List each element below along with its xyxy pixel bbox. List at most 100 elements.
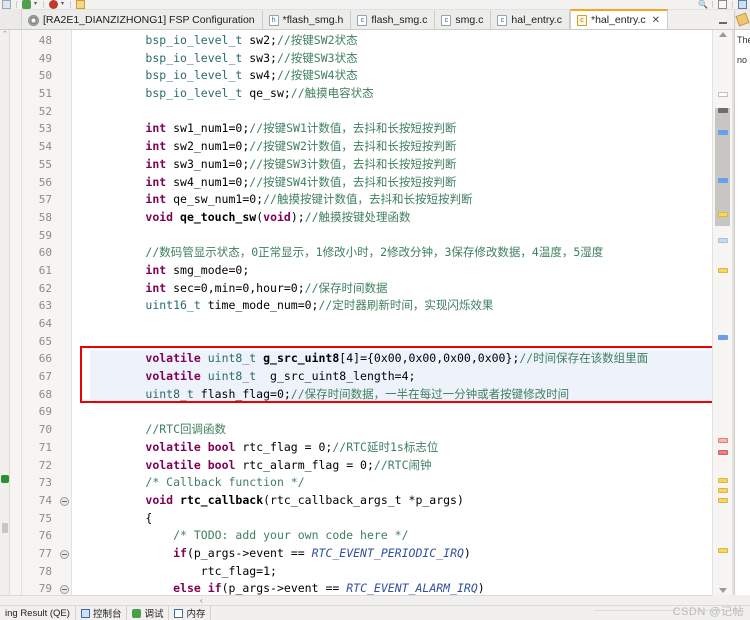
editor-horizontal-scrollbar[interactable]: ‹ xyxy=(0,595,712,605)
code-line[interactable]: int qe_sw_num1=0;//触摸按键计数值，去抖和长按短按判断 xyxy=(90,191,712,209)
code-line[interactable]: bsp_io_level_t sw4;//按键SW4状态 xyxy=(90,67,712,85)
editor-tab-flash-smg-h[interactable]: h *flash_smg.h xyxy=(262,10,352,29)
tab-label: smg.c xyxy=(455,14,484,26)
code-line[interactable]: int sec=0,min=0,hour=0;//保存时间数据 xyxy=(90,280,712,298)
overview-marker[interactable] xyxy=(718,238,728,243)
code-token: if xyxy=(207,581,222,595)
code-line[interactable]: bsp_io_level_t sw3;//按键SW3状态 xyxy=(90,50,712,68)
editor-tab-hal-entry-c[interactable]: c hal_entry.c xyxy=(491,10,570,29)
scrollbar-thumb[interactable] xyxy=(715,108,730,226)
code-line[interactable]: int sw3_num1=0;//按键SW3计数值，去抖和长按短按判断 xyxy=(90,156,712,174)
code-line[interactable]: volatile bool rtc_alarm_flag = 0;//RTC闹钟 xyxy=(90,457,712,475)
editor-vertical-scrollbar[interactable] xyxy=(712,30,732,595)
editor-tab-fsp-configuration[interactable]: [RA2E1_DIANZIZHONG1] FSP Configuration xyxy=(22,10,263,29)
toolbar-separator xyxy=(43,1,44,8)
overview-marker[interactable] xyxy=(718,548,728,553)
fold-toggle[interactable] xyxy=(58,545,71,563)
code-token: //按键SW1计数值，去抖和长按短按判断 xyxy=(249,121,457,136)
layout-icon[interactable] xyxy=(738,0,747,9)
right-docked-view[interactable]: The no xyxy=(734,10,750,595)
code-line[interactable]: rtc_flag=1; xyxy=(90,563,712,581)
chevron-down-icon[interactable]: ▾ xyxy=(61,0,65,9)
overview-marker[interactable] xyxy=(718,130,728,135)
code-line[interactable]: bsp_io_level_t sw2;//按键SW2状态 xyxy=(90,32,712,50)
scroll-down-icon[interactable] xyxy=(719,588,727,593)
code-line[interactable]: int sw1_num1=0;//按键SW1计数值，去抖和长按短按判断 xyxy=(90,120,712,138)
code-line[interactable]: volatile uint8_t g_src_uint8_length=4; xyxy=(90,368,712,386)
close-icon[interactable]: ✕ xyxy=(652,15,660,26)
bottom-tab-result-qe[interactable]: ing Result (QE) xyxy=(0,606,76,620)
bottom-tab-memory[interactable]: 内存 xyxy=(169,606,212,620)
overview-marker[interactable] xyxy=(718,108,728,113)
overview-marker[interactable] xyxy=(718,498,728,503)
bottom-tab-console[interactable]: 控制台 xyxy=(76,606,128,620)
code-line[interactable] xyxy=(90,403,712,421)
code-token: time_mode_num=0; xyxy=(200,298,319,313)
code-line[interactable]: /* TODO: add your own code here */ xyxy=(90,527,712,545)
overview-marker[interactable] xyxy=(718,478,728,483)
line-number: 62 xyxy=(38,281,52,295)
run-icon[interactable] xyxy=(49,0,58,9)
code-line[interactable]: bsp_io_level_t qe_sw;//触摸电容状态 xyxy=(90,85,712,103)
overview-marker[interactable] xyxy=(718,438,728,443)
toolbar-separator xyxy=(70,1,71,8)
overview-marker[interactable] xyxy=(718,450,728,455)
overview-marker[interactable] xyxy=(718,335,728,340)
editor-tab-smg-c[interactable]: c smg.c xyxy=(435,10,492,29)
overview-marker[interactable] xyxy=(718,92,728,97)
breakpoint-icon[interactable] xyxy=(1,475,9,483)
fold-toggle[interactable] xyxy=(58,580,71,595)
overview-marker[interactable] xyxy=(718,178,728,183)
code-line[interactable]: uint16_t time_mode_num=0;//定时器刷新时间，实现闪烁效… xyxy=(90,297,712,315)
editor-tab-flash-smg-c[interactable]: c flash_smg.c xyxy=(351,10,436,29)
scroll-up-icon[interactable] xyxy=(719,32,727,37)
code-line[interactable]: { xyxy=(90,510,712,528)
code-line[interactable] xyxy=(90,333,712,351)
minimize-icon[interactable] xyxy=(718,17,728,26)
code-line[interactable]: //RTC回调函数 xyxy=(90,421,712,439)
code-line[interactable]: //数码管显示状态，0正常显示，1修改小时，2修改分钟，3保存修改数据，4温度，… xyxy=(90,244,712,262)
overview-marker[interactable] xyxy=(718,212,728,217)
code-pane[interactable]: bsp_io_level_t sw2;//按键SW2状态 bsp_io_leve… xyxy=(72,30,712,595)
perspective-icon[interactable] xyxy=(718,0,727,9)
code-line[interactable]: int smg_mode=0; xyxy=(90,262,712,280)
code-line[interactable] xyxy=(90,103,712,121)
overview-marker[interactable] xyxy=(718,268,728,273)
annotation-ruler[interactable] xyxy=(10,30,22,595)
code-line[interactable] xyxy=(90,315,712,333)
editor-tab-hal-entry-c-active[interactable]: c *hal_entry.c ✕ xyxy=(569,9,669,29)
bottom-tab-debug[interactable]: 调试 xyxy=(127,606,170,620)
code-line[interactable]: int sw4_num1=0;//按键SW4计数值，去抖和长按短按判断 xyxy=(90,174,712,192)
collapse-icon[interactable] xyxy=(60,496,69,506)
code-line[interactable]: volatile uint8_t g_src_uint8[4]={0x00,0x… xyxy=(90,350,712,369)
right-dock-tab[interactable] xyxy=(735,10,750,30)
chevron-down-icon[interactable]: ▾ xyxy=(34,0,38,9)
overview-marker[interactable] xyxy=(718,488,728,493)
code-line[interactable] xyxy=(90,227,712,245)
folding-ruler[interactable] xyxy=(58,30,72,595)
bottom-view-tab-bar: ing Result (QE) 控制台 调试 内存 xyxy=(0,605,750,620)
collapse-icon[interactable] xyxy=(60,549,69,559)
code-line[interactable]: void qe_touch_sw(void);//触摸按键处理函数 xyxy=(90,209,712,227)
build-icon[interactable] xyxy=(76,0,85,9)
search-icon[interactable]: 🔍 xyxy=(698,0,708,9)
line-number: 79 xyxy=(38,582,52,595)
c-file-icon: c xyxy=(441,14,452,26)
code-editor[interactable]: ⌃ 48 49 50 51 52 53 54 55 56 57 58 59 60 61 62 63 64 65 66… xyxy=(0,30,712,595)
code-line[interactable]: else if(p_args->event == RTC_EVENT_ALARM… xyxy=(90,580,712,595)
code-line[interactable]: uint8_t flash_flag=0;//保存时间数据，一半在每过一分钟或者… xyxy=(90,385,712,404)
code-line[interactable]: void rtc_callback(rtc_callback_args_t *p… xyxy=(90,492,712,510)
debug-icon[interactable] xyxy=(22,0,31,9)
code-line[interactable]: int sw2_num1=0;//按键SW2计数值，去抖和长按短按判断 xyxy=(90,138,712,156)
fold-toggle[interactable] xyxy=(58,492,71,510)
code-line[interactable]: /* Callback function */ xyxy=(90,474,712,492)
collapse-icon[interactable] xyxy=(60,585,69,595)
save-icon[interactable] xyxy=(2,0,11,9)
code-line[interactable]: volatile bool rtc_flag = 0;//RTC延时1s标志位 xyxy=(90,439,712,457)
code-line[interactable]: if(p_args->event == RTC_EVENT_PERIODIC_I… xyxy=(90,545,712,563)
